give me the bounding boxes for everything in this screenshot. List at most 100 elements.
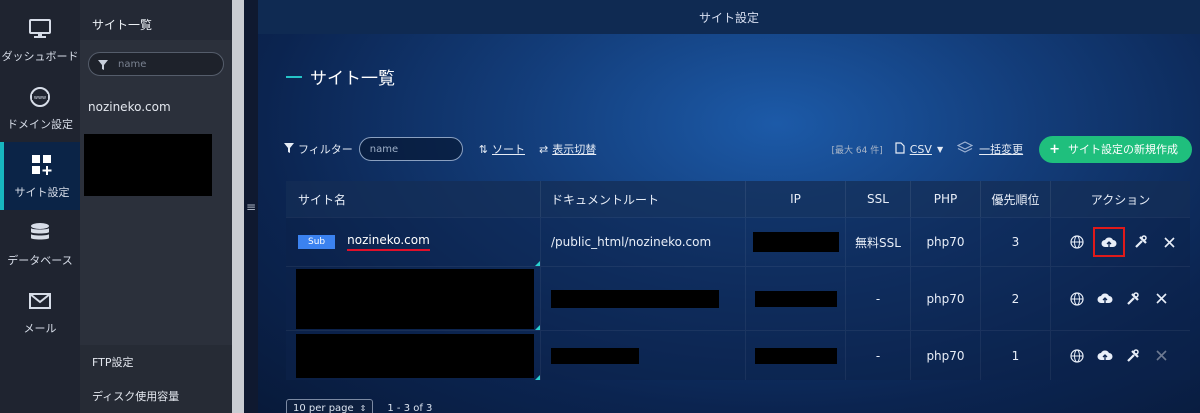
toolbar: フィルター name ⇅ ソート ⇄ 表示切替 [最大 64 件] CSV ▼ [284,135,1192,163]
cloud-upload-icon[interactable] [1095,346,1115,366]
action-group [1067,346,1179,366]
tools-icon[interactable] [1123,289,1143,309]
per-page-value: 10 per page [293,402,354,413]
menu-item-disk-usage[interactable]: ディスク使用容量 [80,379,232,413]
cell-docroot [541,267,746,330]
cell-php: php70 [911,218,981,266]
sort-icon: ⇅ [478,142,488,156]
panel-filter-input[interactable]: name [88,52,224,76]
cell-site-name [286,267,541,330]
tools-icon[interactable] [1131,232,1151,252]
sort-button[interactable]: ⇅ ソート [479,141,525,157]
collapse-handle[interactable]: ≡ [244,0,258,413]
updown-icon: ⇕ [359,403,367,413]
cell-php: php70 [911,267,981,330]
page-range: 1 - 3 of 3 [387,402,433,413]
caret-down-icon: ▼ [936,144,944,154]
filter-input[interactable]: name [358,137,463,161]
cloud-upload-icon[interactable] [1093,227,1125,257]
site-add-icon [30,153,54,177]
table-header: サイト名 ドキュメントルート IP SSL PHP 優先順位 アクション [286,181,1190,217]
cell-php: php70 [911,331,981,380]
action-group [1067,289,1179,309]
page-title-text: サイト一覧 [310,69,395,89]
pagination: 10 per page ⇕ 1 - 3 of 3 [286,399,432,413]
bulk-change-label: 一括変更 [979,143,1024,156]
col-site-name: サイト名 [286,181,541,217]
nav-site-settings[interactable]: サイト設定 [0,142,80,210]
nav-mail[interactable]: メール [0,278,80,346]
max-count-note: [最大 64 件] [831,145,883,156]
nav-label: データベース [7,253,73,267]
cloud-upload-icon[interactable] [1095,289,1115,309]
panel-bottom-menu: FTP設定 ディスク使用容量 [80,345,232,413]
display-toggle-button[interactable]: ⇄ 表示切替 [539,141,596,157]
filter-label-text: フィルター [298,143,353,156]
filter-label: フィルター [284,141,353,157]
cell-docroot [541,331,746,380]
cell-docroot: /public_html/nozineko.com [541,218,746,266]
redacted-docroot [551,347,639,364]
cell-actions [1051,267,1190,330]
csv-dropdown[interactable]: CSV ▼ [895,141,944,157]
panel-splitter[interactable] [232,0,244,413]
redacted-docroot [551,289,719,308]
table-row: Sub nozineko.com /public_html/nozineko.c… [286,217,1190,266]
cell-actions [1051,331,1190,380]
display-toggle-label: 表示切替 [552,143,597,156]
tools-icon[interactable] [1123,346,1143,366]
cell-ssl: 無料SSL [846,218,911,266]
nav-database[interactable]: データベース [0,210,80,278]
new-site-setting-button[interactable]: + サイト設定の新規作成 [1039,135,1192,163]
site-table: サイト名 ドキュメントルート IP SSL PHP 優先順位 アクション Sub… [286,181,1190,380]
table-row: - php70 1 [286,330,1190,380]
close-icon[interactable] [1159,232,1179,252]
sort-label: ソート [492,143,525,156]
layers-icon [956,140,974,158]
col-action: アクション [1090,192,1151,207]
title-dash [286,75,302,78]
menu-item-ftp[interactable]: FTP設定 [80,345,232,379]
redacted-site [296,268,534,329]
redacted-ip [754,347,837,364]
globe-icon[interactable] [1067,232,1087,252]
panel-site-item[interactable]: nozineko.com [88,100,171,114]
nav-dashboard[interactable]: ダッシュボード [0,6,80,74]
site-list-panel: サイト一覧 name nozineko.com FTP設定 ディスク使用容量 [80,0,232,413]
cell-ip [746,267,846,330]
per-page-select[interactable]: 10 per page ⇕ [286,399,374,413]
nav-domain-settings[interactable]: www ドメイン設定 [0,74,80,142]
col-ip: IP [746,181,846,217]
site-name-link[interactable]: nozineko.com [347,233,430,251]
globe-www-icon: www [28,85,52,109]
hamburger-icon: ≡ [245,199,257,214]
close-icon-disabled [1151,346,1171,366]
cell-actions [1051,218,1190,266]
nav-label: ドメイン設定 [7,117,73,131]
corner-mark [535,261,540,266]
swap-icon: ⇄ [539,142,549,156]
action-group [1067,227,1187,257]
panel-filter-placeholder: name [118,58,147,70]
close-icon[interactable] [1151,289,1171,309]
nav-label: ダッシュボード [1,49,79,63]
panel-title: サイト一覧 [80,0,232,40]
cell-site-name: Sub nozineko.com [286,218,541,266]
cell-ip [746,218,846,266]
filter-icon [284,142,294,156]
bulk-change-button[interactable]: 一括変更 [956,140,1024,158]
csv-label: CSV [909,142,932,156]
cell-ssl: - [846,267,911,330]
cell-priority: 1 [981,331,1051,380]
sub-badge: Sub [298,235,336,249]
file-icon [895,141,905,157]
globe-icon[interactable] [1067,346,1087,366]
globe-icon[interactable] [1067,289,1087,309]
col-docroot: ドキュメントルート [541,181,746,217]
database-icon [28,221,52,245]
col-ssl: SSL [846,181,911,217]
redacted-block [84,134,212,196]
cell-priority: 3 [981,218,1051,266]
mail-icon [28,289,52,313]
col-php: PHP [911,181,981,217]
